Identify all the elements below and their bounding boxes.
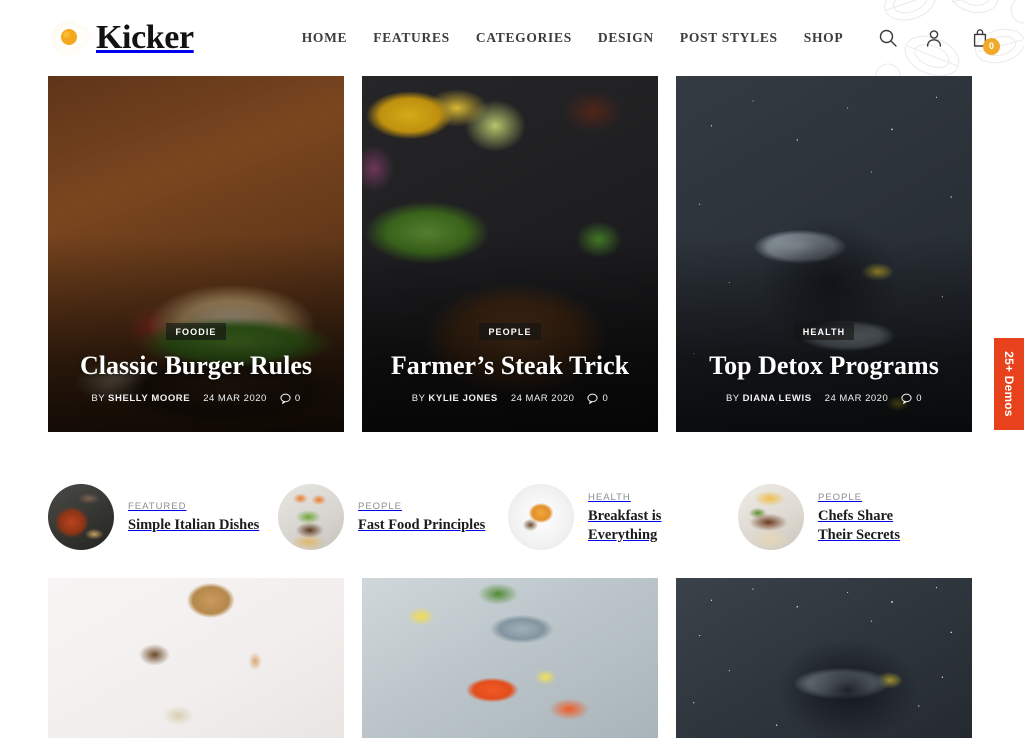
- featured-post-card[interactable]: FOODIE Classic Burger Rules BY SHELLY MO…: [48, 76, 344, 432]
- category-badge[interactable]: HEALTH: [793, 323, 855, 341]
- post-date: 24 MAR 2020: [510, 393, 575, 404]
- nav-item-design[interactable]: DESIGN: [598, 30, 654, 46]
- list-item-text: HEALTH Breakfast is Everything: [588, 490, 684, 544]
- list-item[interactable]: PEOPLE Chefs Share Their Secrets: [738, 484, 968, 550]
- gallery-image-card[interactable]: [676, 578, 972, 738]
- post-date: 24 MAR 2020: [824, 393, 889, 404]
- page-root: Kicker HOME FEATURES CATEGORIES DESIGN P…: [0, 0, 1024, 745]
- post-thumbnail: [738, 484, 804, 550]
- category-label[interactable]: HEALTH: [588, 492, 684, 503]
- list-item[interactable]: FEATURED Simple Italian Dishes: [48, 484, 278, 550]
- featured-post-body: PEOPLE Farmer’s Steak Trick BY KYLIE JON…: [362, 322, 658, 404]
- post-meta: BY DIANA LEWIS 24 MAR 2020 0: [690, 393, 958, 404]
- post-title: Simple Italian Dishes: [128, 517, 260, 534]
- demos-tab-label: 25+ Demos: [1002, 351, 1017, 417]
- brand-name: Kicker: [96, 19, 194, 56]
- author-prefix: BY: [411, 393, 426, 404]
- comment-icon: [901, 393, 912, 404]
- post-title: Breakfast is Everything: [588, 507, 662, 543]
- comment-icon: [280, 393, 291, 404]
- post-date: 24 MAR 2020: [203, 393, 267, 404]
- main-nav: HOME FEATURES CATEGORIES DESIGN POST STY…: [302, 30, 844, 46]
- gallery-image-card[interactable]: [48, 578, 344, 738]
- recent-posts-strip: FEATURED Simple Italian Dishes PEOPLE Fa…: [0, 432, 1024, 550]
- category-label[interactable]: FEATURED: [128, 501, 259, 512]
- header-actions: 0: [876, 26, 1000, 55]
- cart-count-badge: 0: [983, 38, 1000, 55]
- featured-posts-row: FOODIE Classic Burger Rules BY SHELLY MO…: [0, 76, 1024, 432]
- featured-post-body: FOODIE Classic Burger Rules BY SHELLY MO…: [48, 322, 344, 404]
- featured-post-body: HEALTH Top Detox Programs BY DIANA LEWIS…: [676, 322, 972, 404]
- demos-side-tab[interactable]: 25+ Demos: [994, 338, 1024, 430]
- author-name: KYLIE JONES: [428, 393, 498, 404]
- post-meta: BY SHELLY MOORE 24 MAR 2020 0: [62, 393, 330, 404]
- post-title: Farmer’s Steak Trick: [390, 351, 630, 381]
- post-meta: BY KYLIE JONES 24 MAR 2020 0: [376, 393, 644, 404]
- featured-post-card[interactable]: PEOPLE Farmer’s Steak Trick BY KYLIE JON…: [362, 76, 658, 432]
- comment-count: 0: [280, 393, 301, 404]
- shopping-bag-icon[interactable]: 0: [968, 26, 1000, 55]
- post-title: Classic Burger Rules: [79, 351, 313, 381]
- author-name: DIANA LEWIS: [742, 393, 812, 404]
- post-thumbnail: [48, 484, 114, 550]
- gallery-row: [0, 550, 1024, 738]
- list-item[interactable]: PEOPLE Fast Food Principles: [278, 484, 508, 550]
- fried-egg-icon: [51, 20, 92, 56]
- category-badge[interactable]: PEOPLE: [479, 323, 541, 341]
- author-name: SHELLY MOORE: [108, 393, 191, 404]
- comment-number: 0: [602, 393, 609, 404]
- category-label[interactable]: PEOPLE: [358, 501, 485, 512]
- post-author: BY KYLIE JONES: [412, 393, 498, 404]
- comment-count: 0: [587, 393, 608, 404]
- nav-item-post-styles[interactable]: POST STYLES: [680, 30, 778, 46]
- featured-post-card[interactable]: HEALTH Top Detox Programs BY DIANA LEWIS…: [676, 76, 972, 432]
- nav-item-shop[interactable]: SHOP: [804, 30, 844, 46]
- nav-item-home[interactable]: HOME: [302, 30, 348, 46]
- search-icon[interactable]: [876, 26, 900, 50]
- comment-number: 0: [916, 393, 923, 404]
- author-prefix: BY: [91, 393, 105, 404]
- site-logo[interactable]: Kicker: [46, 18, 194, 58]
- post-title: Top Detox Programs: [709, 351, 939, 381]
- list-item-text: PEOPLE Chefs Share Their Secrets: [818, 490, 930, 544]
- post-author: BY DIANA LEWIS: [726, 393, 812, 404]
- nav-item-features[interactable]: FEATURES: [373, 30, 450, 46]
- post-thumbnail: [508, 484, 574, 550]
- list-item-text: PEOPLE Fast Food Principles: [358, 499, 485, 535]
- nav-item-categories[interactable]: CATEGORIES: [476, 30, 572, 46]
- comment-count: 0: [901, 393, 922, 404]
- comment-icon: [587, 393, 599, 404]
- category-label[interactable]: PEOPLE: [818, 492, 930, 503]
- category-badge[interactable]: FOODIE: [166, 323, 226, 341]
- list-item-text: FEATURED Simple Italian Dishes: [128, 499, 259, 535]
- gallery-image-card[interactable]: [362, 578, 658, 738]
- author-prefix: BY: [725, 393, 740, 404]
- post-author: BY SHELLY MOORE: [91, 393, 190, 404]
- post-title: Fast Food Principles: [358, 517, 486, 534]
- site-header: Kicker HOME FEATURES CATEGORIES DESIGN P…: [0, 0, 1024, 76]
- user-icon[interactable]: [922, 26, 946, 50]
- post-thumbnail: [278, 484, 344, 550]
- comment-number: 0: [294, 393, 301, 404]
- list-item[interactable]: HEALTH Breakfast is Everything: [508, 484, 738, 550]
- post-title: Chefs Share Their Secrets: [818, 507, 901, 543]
